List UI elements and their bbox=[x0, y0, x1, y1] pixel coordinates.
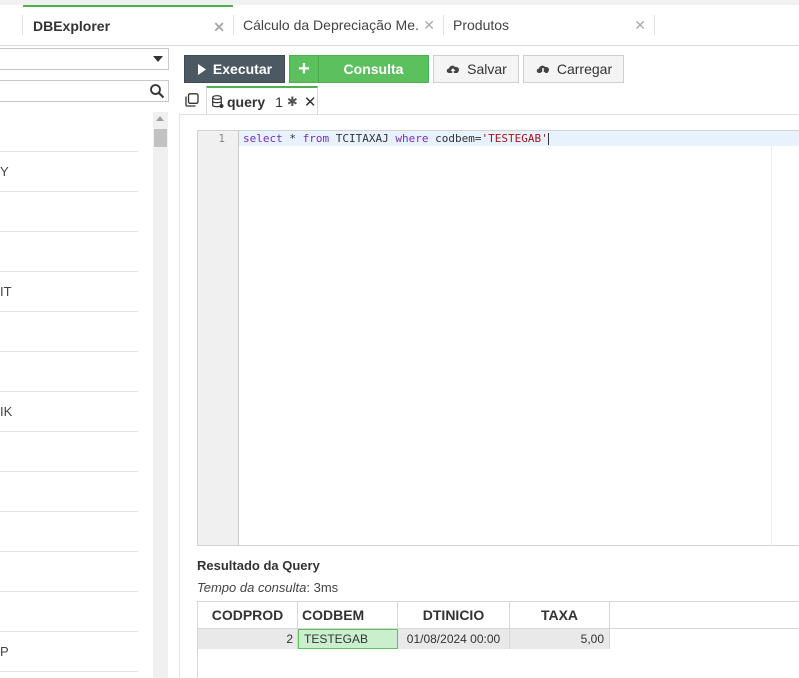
cell-dtinicio[interactable]: 01/08/2024 00:00 bbox=[398, 629, 510, 649]
scrollbar-thumb[interactable] bbox=[154, 129, 167, 147]
sql-keyword: where bbox=[395, 132, 429, 145]
cell-taxa[interactable]: 5,00 bbox=[510, 629, 610, 649]
sql-keyword: select bbox=[243, 132, 283, 145]
list-item[interactable]: Y bbox=[0, 152, 138, 192]
sql-keyword: from bbox=[302, 132, 330, 145]
load-button-label: Carregar bbox=[556, 61, 613, 77]
column-header-taxa[interactable]: TAXA bbox=[510, 602, 610, 628]
cell-codbem-selected[interactable]: TESTEGAB bbox=[298, 629, 398, 649]
tab-separator bbox=[654, 15, 655, 35]
list-item[interactable]: IK bbox=[0, 392, 138, 432]
save-button-label: Salvar bbox=[467, 61, 507, 77]
database-icon bbox=[212, 94, 224, 108]
close-icon[interactable]: ✕ bbox=[304, 93, 317, 111]
query-button-label: Consulta bbox=[343, 61, 404, 77]
list-item[interactable] bbox=[0, 232, 138, 272]
tab-label: Cálculo da Depreciação Me... bbox=[243, 17, 419, 33]
list-item[interactable] bbox=[0, 552, 138, 592]
cloud-download-icon bbox=[536, 65, 549, 75]
sql-text: codbem= bbox=[428, 132, 482, 145]
list-item[interactable] bbox=[0, 432, 138, 472]
tab-query-label: query bbox=[227, 93, 266, 110]
close-icon[interactable]: ✕ bbox=[634, 17, 646, 34]
list-item[interactable] bbox=[0, 472, 138, 512]
close-icon[interactable]: ✕ bbox=[423, 17, 435, 34]
query-time: Tempo da consulta: 3ms bbox=[197, 580, 338, 595]
query-time-label: Tempo da consulta bbox=[197, 580, 307, 595]
scroll-up-arrow-icon[interactable] bbox=[156, 116, 164, 121]
list-item[interactable]: IT bbox=[0, 272, 138, 312]
tab-query-1[interactable]: query 1 ✱ ✕ bbox=[206, 86, 318, 115]
column-header-codbem[interactable]: CODBEM bbox=[298, 602, 398, 628]
query-button[interactable]: + Consulta bbox=[289, 55, 429, 83]
column-header-codprod[interactable]: CODPROD bbox=[198, 602, 298, 628]
line-number: 1 bbox=[218, 132, 225, 145]
sql-text: TCITAXAJ bbox=[329, 132, 396, 145]
list-item[interactable] bbox=[0, 312, 138, 352]
editor-tab-baseline bbox=[180, 114, 799, 115]
list-item[interactable] bbox=[0, 512, 138, 552]
list-item[interactable] bbox=[0, 112, 138, 152]
play-icon bbox=[197, 63, 206, 75]
load-button[interactable]: Carregar bbox=[523, 55, 624, 83]
tab-label: Produtos bbox=[453, 17, 510, 33]
schema-select[interactable] bbox=[0, 48, 169, 70]
save-button[interactable]: Salvar bbox=[433, 55, 519, 83]
execute-button[interactable]: Executar bbox=[184, 55, 285, 83]
copy-icon[interactable] bbox=[185, 93, 199, 107]
document-tabs: DBExplorer ✕ Cálculo da Depreciação Me..… bbox=[0, 5, 799, 46]
sql-string: 'TESTEGAB' bbox=[481, 132, 548, 145]
results-grid: CODPROD CODBEM DTINICIO TAXA 2 TESTEGAB … bbox=[197, 601, 799, 678]
cloud-upload-icon bbox=[446, 65, 460, 75]
search-input[interactable] bbox=[0, 80, 169, 102]
sql-text: * bbox=[282, 132, 303, 145]
table-list: Y IT IK P bbox=[0, 112, 138, 672]
column-header-dtinicio[interactable]: DTINICIO bbox=[398, 602, 510, 628]
tab-label: DBExplorer bbox=[33, 18, 111, 34]
execute-button-label: Executar bbox=[212, 61, 273, 77]
tab-query-number: 1 bbox=[275, 93, 283, 110]
list-item[interactable] bbox=[0, 352, 138, 392]
tab-dbexplorer[interactable]: DBExplorer ✕ bbox=[23, 5, 233, 45]
tab-produtos[interactable]: Produtos ✕ bbox=[444, 5, 654, 45]
sidebar-scrollbar[interactable] bbox=[153, 112, 168, 678]
code-line[interactable]: select * from TCITAXAJ where codbem='TES… bbox=[243, 132, 549, 145]
sql-editor[interactable]: 1 select * from TCITAXAJ where codbem='T… bbox=[197, 130, 799, 546]
print-margin bbox=[771, 146, 772, 546]
query-time-value: : 3ms bbox=[306, 580, 339, 595]
cell-codprod[interactable]: 2 bbox=[198, 629, 298, 649]
tab-calculo-depreciacao[interactable]: Cálculo da Depreciação Me... ✕ bbox=[234, 5, 443, 45]
results-title: Resultado da Query bbox=[197, 558, 320, 573]
text-cursor bbox=[547, 133, 549, 145]
search-icon[interactable] bbox=[149, 83, 165, 99]
list-item[interactable] bbox=[0, 592, 138, 632]
chevron-down-icon[interactable] bbox=[153, 56, 163, 62]
list-item[interactable] bbox=[0, 192, 138, 232]
close-icon[interactable]: ✕ bbox=[213, 19, 225, 36]
modified-indicator-icon: ✱ bbox=[286, 93, 298, 109]
panel-divider[interactable] bbox=[179, 113, 180, 678]
plus-icon: + bbox=[290, 56, 319, 82]
list-item[interactable]: P bbox=[0, 632, 138, 672]
line-number-gutter: 1 bbox=[198, 131, 239, 545]
